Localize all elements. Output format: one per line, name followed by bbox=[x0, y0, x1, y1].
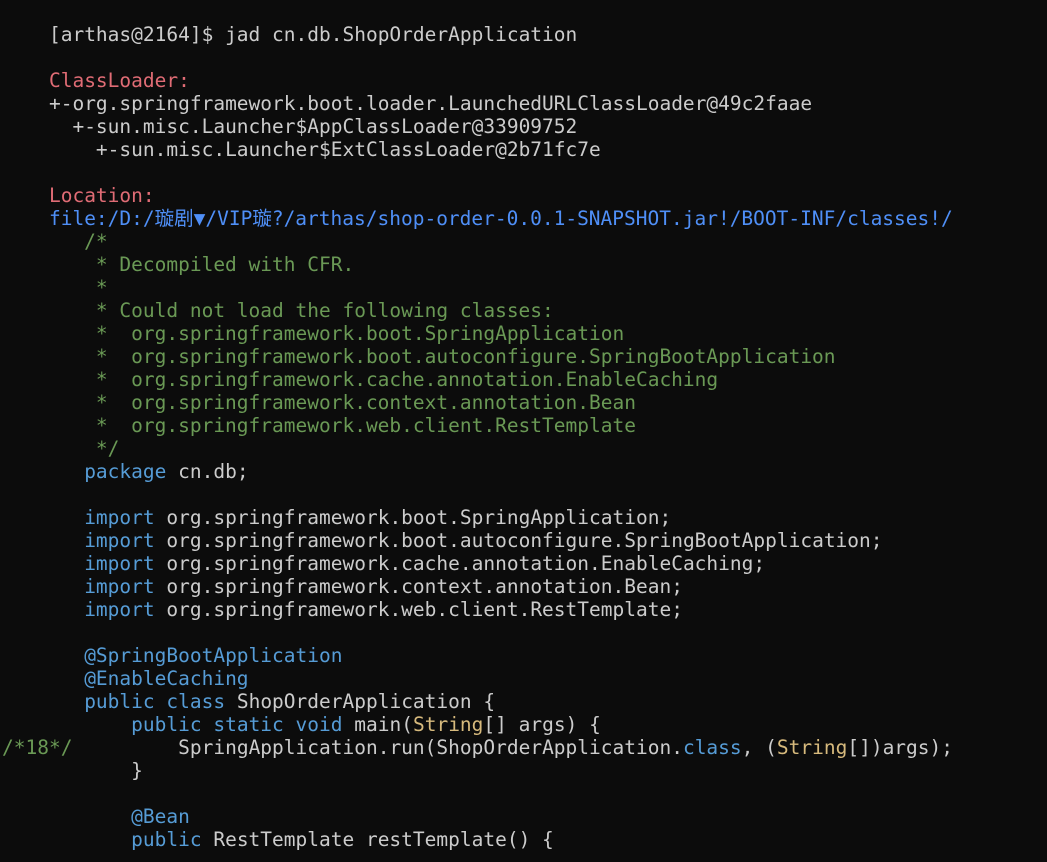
import-line: import org.springframework.cache.annotat… bbox=[84, 552, 766, 575]
rest-template-method-line: public RestTemplate restTemplate() { bbox=[131, 828, 554, 851]
annotation-line: @SpringBootApplication bbox=[84, 644, 343, 667]
annotation-line: @EnableCaching bbox=[84, 667, 249, 690]
comment-line: * org.springframework.boot.autoconfigure… bbox=[2, 345, 836, 368]
package-line: package cn.db; bbox=[84, 460, 249, 483]
import-line: import org.springframework.context.annot… bbox=[84, 575, 683, 598]
comment-line: /* bbox=[2, 230, 108, 253]
classloader-tree-row: +-sun.misc.Launcher$ExtClassLoader@2b71f… bbox=[48, 138, 601, 161]
close-brace-line: } bbox=[131, 759, 143, 782]
comment-line: * org.springframework.boot.SpringApplica… bbox=[2, 322, 625, 345]
run-statement-line: /*18*/ SpringApplication.run(ShopOrderAp… bbox=[2, 736, 954, 759]
comment-line: * org.springframework.context.annotation… bbox=[2, 391, 636, 414]
import-line: import org.springframework.boot.SpringAp… bbox=[84, 506, 672, 529]
classloader-tree-row: +-sun.misc.Launcher$AppClassLoader@33909… bbox=[48, 115, 578, 138]
classloader-label: ClassLoader: bbox=[48, 69, 190, 92]
prompt-line: [arthas@2164]$ jad cn.db.ShopOrderApplic… bbox=[2, 0, 1047, 46]
main-method-line: public static void main(String[] args) { bbox=[131, 713, 601, 736]
location-label: Location: bbox=[48, 184, 155, 207]
classloader-tree-row: +-org.springframework.boot.loader.Launch… bbox=[48, 92, 813, 115]
class-declaration-line: public class ShopOrderApplication { bbox=[84, 690, 496, 713]
comment-line: * org.springframework.cache.annotation.E… bbox=[2, 368, 719, 391]
source-line-marker: /*18*/ bbox=[2, 736, 73, 759]
comment-line: * Decompiled with CFR. bbox=[2, 253, 355, 276]
import-line: import org.springframework.web.client.Re… bbox=[84, 598, 683, 621]
bean-annotation-line: @Bean bbox=[131, 805, 190, 828]
import-line: import org.springframework.boot.autoconf… bbox=[84, 529, 883, 552]
command-prompt: [arthas@2164]$ jad cn.db.ShopOrderApplic… bbox=[48, 23, 578, 46]
comment-line: * bbox=[2, 276, 108, 299]
terminal-window[interactable]: [arthas@2164]$ jad cn.db.ShopOrderApplic… bbox=[0, 0, 1047, 862]
comment-line: * org.springframework.web.client.RestTem… bbox=[2, 414, 636, 437]
location-path: file:/D:/璇剧▼/VIP璇?/arthas/shop-order-0.0… bbox=[48, 207, 953, 230]
comment-line: */ bbox=[2, 437, 120, 460]
comment-line: * Could not load the following classes: bbox=[2, 299, 554, 322]
